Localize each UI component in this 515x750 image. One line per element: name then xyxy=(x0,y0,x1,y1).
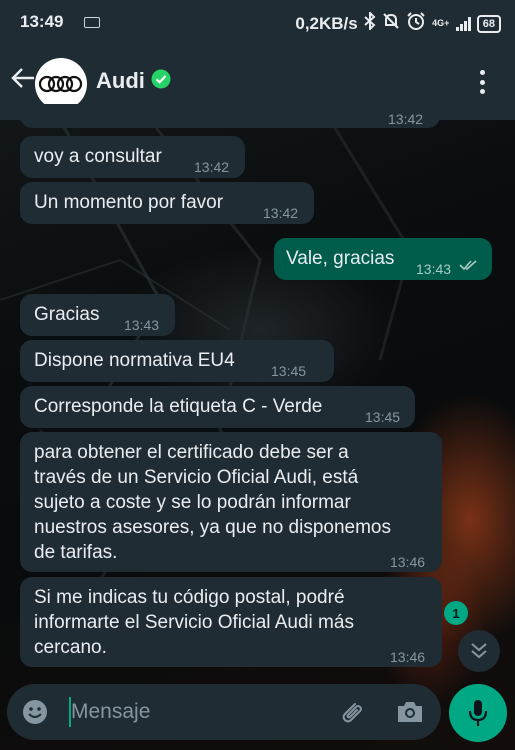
message-time: 13:45 xyxy=(365,409,401,425)
contact-name[interactable]: Audi xyxy=(96,68,145,94)
signal-icon xyxy=(455,16,471,31)
message-text: para obtener el certificado debe ser a t… xyxy=(34,440,434,565)
read-receipt-icon xyxy=(459,260,477,271)
message-bubble-incoming[interactable]: voy a consultar 13:42 xyxy=(20,136,245,178)
paperclip-icon[interactable] xyxy=(337,698,365,726)
scroll-to-bottom-button[interactable] xyxy=(458,630,500,672)
message-bubble-incoming[interactable]: Corresponde la etiqueta C - Verde 13:45 xyxy=(20,386,415,428)
message-text: Un momento por favor xyxy=(34,192,224,213)
message-text: Dispone normativa EU4 xyxy=(34,350,235,371)
message-input[interactable] xyxy=(71,696,321,728)
message-bubble-incoming[interactable]: para obtener el certificado debe ser a t… xyxy=(20,432,442,572)
message-line: cercano. xyxy=(34,637,107,658)
unread-count-badge: 1 xyxy=(444,601,468,625)
more-options-icon[interactable] xyxy=(478,70,486,94)
message-line: nuestros asesores, ya que no disponemos xyxy=(34,517,391,538)
message-text: Vale, gracias xyxy=(286,248,395,269)
message-time: 13:43 xyxy=(416,261,452,277)
message-bubble-partial[interactable]: 13:42 xyxy=(20,104,440,128)
emoji-icon[interactable] xyxy=(21,698,49,726)
message-time: 13:42 xyxy=(388,111,424,127)
verified-badge-icon xyxy=(151,69,171,89)
message-time: 13:45 xyxy=(271,363,307,379)
message-composer xyxy=(7,684,441,740)
double-chevron-down-icon xyxy=(471,643,487,659)
alarm-icon xyxy=(406,11,426,36)
message-text: Si me indicas tu código postal, podré in… xyxy=(34,585,434,660)
back-arrow-icon[interactable] xyxy=(10,66,36,95)
message-line: Si me indicas tu código postal, podré xyxy=(34,587,345,608)
message-bubble-incoming[interactable]: Gracias 13:43 xyxy=(20,294,175,336)
bluetooth-icon xyxy=(364,10,376,35)
network-type: 4G+ xyxy=(432,18,450,28)
status-right: 0,2KB/s 4G+ 68 xyxy=(295,10,501,36)
message-bubble-incoming[interactable]: Dispone normativa EU4 13:45 xyxy=(20,340,334,382)
message-time: 13:46 xyxy=(390,554,426,570)
camera-icon[interactable] xyxy=(395,698,425,726)
microphone-icon xyxy=(468,700,488,726)
message-text: voy a consultar xyxy=(34,146,162,167)
message-text: Gracias xyxy=(34,304,100,325)
status-bar: 13:49 0,2KB/s 4G+ 68 xyxy=(0,0,515,44)
message-bubble-incoming[interactable]: Un momento por favor 13:42 xyxy=(20,182,314,224)
message-line: sujeto a coste y se lo podrán informar xyxy=(34,492,351,513)
message-text: Corresponde la etiqueta C - Verde xyxy=(34,396,323,417)
message-time: 13:42 xyxy=(263,205,299,221)
message-time: 13:46 xyxy=(390,649,426,665)
status-time: 13:49 xyxy=(20,12,64,31)
keyboard-icon xyxy=(84,17,100,28)
message-bubble-incoming[interactable]: Si me indicas tu código postal, podré in… xyxy=(20,577,442,667)
message-line: para obtener el certificado debe ser a xyxy=(34,442,349,463)
audi-rings-logo xyxy=(38,75,83,93)
message-line: través de un Servicio Oficial Audi, está xyxy=(34,467,359,488)
avatar[interactable] xyxy=(35,58,87,110)
battery-icon: 68 xyxy=(476,14,501,33)
message-line: de tarifas. xyxy=(34,542,118,563)
message-time: 13:42 xyxy=(194,159,230,175)
network-speed: 0,2KB/s xyxy=(295,13,358,33)
message-line: informarte el Servicio Oficial Audi más xyxy=(34,612,354,633)
voice-message-button[interactable] xyxy=(449,684,507,742)
message-bubble-outgoing[interactable]: Vale, gracias 13:43 xyxy=(274,238,492,280)
message-time: 13:43 xyxy=(124,317,160,333)
mute-bell-icon xyxy=(382,12,400,35)
